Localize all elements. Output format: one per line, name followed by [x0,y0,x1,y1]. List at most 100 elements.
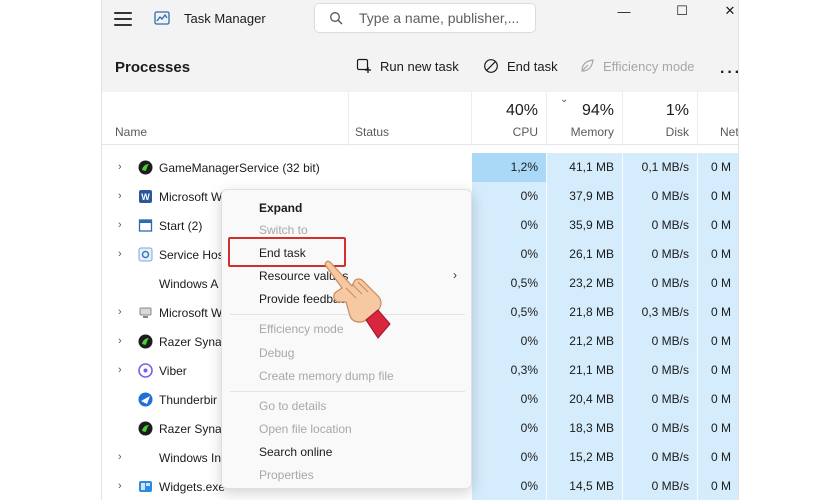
memory-column-label: Memory [570,125,614,139]
network-cell: 0 M [698,240,738,269]
process-row[interactable]: › GameManagerService (32 bit) 1,2% 41,1 MB 0… [102,153,738,182]
name-column-header[interactable]: Name [102,92,349,145]
menu-item-search-online[interactable]: Search online [259,445,332,459]
blank-icon [138,276,153,291]
network-cell: 0 M [698,414,738,443]
menu-item-open-file-location: Open file location [259,422,352,436]
expand-chevron-icon[interactable]: › [118,306,122,318]
memory-cell: 21,8 MB [547,298,623,327]
expand-chevron-icon[interactable]: › [118,248,122,260]
window-icon [138,218,153,233]
disk-column-header[interactable]: 1% Disk [623,92,698,145]
menu-item-debug: Debug [259,346,295,360]
menu-item-properties: Properties [259,468,314,482]
memory-cell: 21,1 MB [547,356,623,385]
name-column-label: Name [115,125,148,139]
cpu-cell: 0% [472,327,547,356]
process-name: Razer Synap [159,335,229,349]
memory-cell: 37,9 MB [547,182,623,211]
end-task-button[interactable]: End task [483,58,558,74]
cpu-cell: 0,5% [472,269,547,298]
expand-chevron-icon[interactable]: › [118,335,122,347]
menu-item-go-to-details: Go to details [259,399,327,413]
process-name: Service Hos [159,248,224,262]
process-name: Start (2) [159,219,203,233]
cpu-cell: 0% [472,211,547,240]
expand-chevron-icon[interactable]: › [118,480,122,492]
expand-chevron-icon[interactable]: › [118,161,122,173]
status-column-label: Status [355,125,390,139]
widgets-icon [138,479,153,494]
cpu-total: 40% [505,102,538,119]
disk-cell: 0 MB/s [623,472,698,500]
network-cell: 0 M [698,385,738,414]
blank-icon [138,450,153,465]
search-icon [330,12,343,25]
menu-item-expand[interactable]: Expand [259,201,302,215]
disk-cell: 0,1 MB/s [623,153,698,182]
run-task-icon [356,58,371,73]
process-name: Thunderbir [159,393,218,407]
word-icon: W [138,189,153,204]
cpu-cell: 0,5% [472,298,547,327]
menu-item-end-task[interactable]: End task [259,246,306,260]
network-cell: 0 M [698,182,738,211]
gear-icon [138,247,153,262]
disk-cell: 0 MB/s [623,211,698,240]
memory-cell: 20,4 MB [547,385,623,414]
network-column-label: Net [720,125,739,139]
process-name: Microsoft W [159,306,223,320]
efficiency-mode-button[interactable]: Efficiency mode [579,58,695,74]
network-cell: 0 M [698,443,738,472]
cpu-column-header[interactable]: 40% CPU [472,92,547,145]
viber-icon [138,363,153,378]
maximize-button[interactable]: ☐ [660,0,704,22]
end-task-icon [484,59,498,73]
leaf-icon [581,59,594,72]
menu-separator [230,391,465,392]
memory-column-header[interactable]: 94% Memory [547,92,623,145]
menu-item-create-memory-dump-file: Create memory dump file [259,369,394,383]
run-new-task-label: Run new task [380,58,459,74]
end-task-label: End task [507,58,558,74]
memory-total: 94% [581,102,614,119]
razer-icon [138,160,153,175]
disk-cell: 0 MB/s [623,356,698,385]
expand-chevron-icon[interactable]: › [118,190,122,202]
network-cell: 0 M [698,211,738,240]
expand-chevron-icon[interactable]: › [118,451,122,463]
efficiency-mode-label: Efficiency mode [603,58,695,74]
status-column-header[interactable]: Status [349,92,472,145]
run-new-task-button[interactable]: Run new task [356,58,459,74]
memory-cell: 35,9 MB [547,211,623,240]
pointing-hand-icon [324,260,391,339]
disk-cell: 0 MB/s [623,182,698,211]
cpu-cell: 0% [472,182,547,211]
memory-cell: 21,2 MB [547,327,623,356]
close-button[interactable]: ✕ [708,0,738,22]
memory-cell: 41,1 MB [547,153,623,182]
memory-cell: 14,5 MB [547,472,623,500]
disk-column-label: Disk [665,125,689,139]
minimize-button[interactable]: — [602,0,646,22]
process-name: Razer Synap [159,422,229,436]
search-box[interactable] [314,3,536,33]
screenshot-stage: Task Manager — ☐ ✕ Processes Ru [0,0,840,500]
network-cell: 0 M [698,153,738,182]
more-options-icon[interactable]: ··· [720,64,738,82]
disk-cell: 0 MB/s [623,269,698,298]
razer-icon [138,421,153,436]
expand-chevron-icon[interactable]: › [118,364,122,376]
cpu-cell: 0% [472,414,547,443]
column-header: Name Status 40% CPU ⌄ 94% Memory 1% Disk… [102,92,739,145]
network-cell: 0 M [698,327,738,356]
razer-icon [138,334,153,349]
hamburger-menu-icon[interactable] [114,12,132,26]
search-input[interactable] [359,10,529,26]
expand-chevron-icon[interactable]: › [118,219,122,231]
cpu-cell: 0% [472,443,547,472]
network-cell: 0 M [698,298,738,327]
network-icon [138,305,153,320]
network-column-header[interactable]: Net [698,92,739,145]
disk-total: 1% [665,102,689,119]
